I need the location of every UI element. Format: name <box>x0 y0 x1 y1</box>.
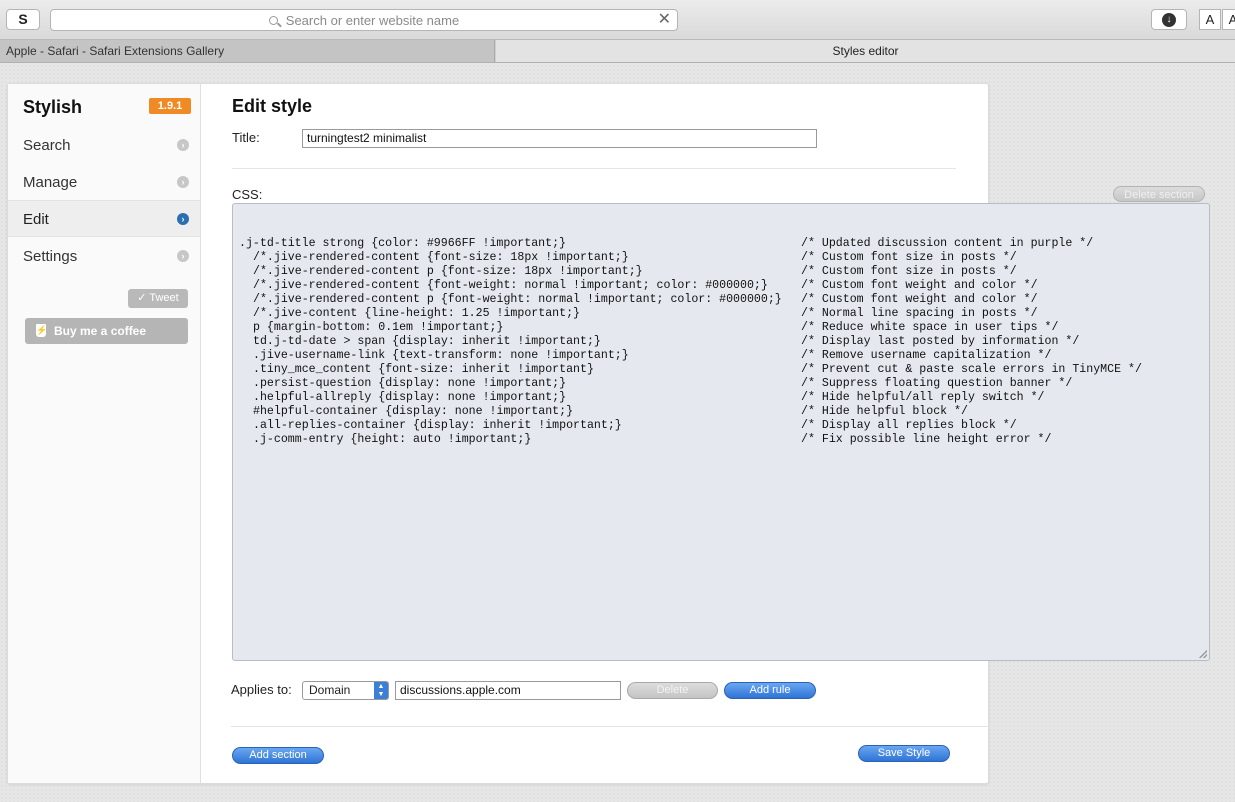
buy-coffee-button[interactable]: ⚡ Buy me a coffee <box>25 318 188 344</box>
code-line: /*.jive-content {line-height: 1.25 !impo… <box>239 307 1203 321</box>
applies-to-label: Applies to: <box>231 682 292 697</box>
sidebar-item-edit[interactable]: Edit › <box>8 200 200 237</box>
css-rule-text: /*.jive-rendered-content p {font-weight:… <box>253 293 782 306</box>
css-comment-text: /* Fix possible line height error */ <box>801 433 1052 446</box>
css-rule-text: /*.jive-rendered-content {font-size: 18p… <box>253 251 629 264</box>
tweet-button[interactable]: ✓ Tweet <box>128 289 188 308</box>
address-placeholder: Search or enter website name <box>285 12 460 28</box>
code-line: /*.jive-rendered-content p {font-weight:… <box>239 293 1203 307</box>
css-comment-text: /* Custom font weight and color */ <box>801 293 1038 306</box>
css-rule-text: .jive-username-link {text-transform: non… <box>253 349 629 362</box>
code-line: .helpful-allreply {display: none !import… <box>239 391 1203 405</box>
sidebar-item-label: Settings <box>23 248 78 265</box>
css-comment-text: /* Custom font size in posts */ <box>801 265 1017 278</box>
page-title: Edit style <box>232 96 313 116</box>
buy-coffee-label: Buy me a coffee <box>54 324 147 338</box>
css-comment-text: /* Custom font size in posts */ <box>801 251 1017 264</box>
code-line: .tiny_mce_content {font-size: inherit !i… <box>239 363 1203 377</box>
css-rule-text: .persist-question {display: none !import… <box>253 377 567 390</box>
css-code-editor[interactable]: .j-td-title strong {color: #9966FF !impo… <box>232 203 1210 661</box>
chevron-right-icon: › <box>177 176 189 188</box>
css-comment-text: /* Remove username capitalization */ <box>801 349 1052 362</box>
chevron-right-icon: › <box>177 250 189 262</box>
address-bar[interactable]: Search or enter website name ✕ <box>50 9 678 31</box>
clear-icon[interactable]: ✕ <box>658 12 671 28</box>
sidebar-item-settings[interactable]: Settings › <box>8 237 200 274</box>
code-line: .j-td-title strong {color: #9966FF !impo… <box>239 237 1203 251</box>
code-line: /*.jive-rendered-content {font-size: 18p… <box>239 251 1203 265</box>
resize-handle[interactable] <box>1199 650 1207 658</box>
coffee-cup-icon: ⚡ <box>36 324 48 337</box>
tab-extensions-gallery[interactable]: Apple - Safari - Safari Extensions Galle… <box>0 40 495 62</box>
css-comment-text: /* Hide helpful block */ <box>801 405 968 418</box>
css-comment-text: /* Reduce white space in user tips */ <box>801 321 1059 334</box>
css-comment-text: /* Suppress floating question banner */ <box>801 377 1073 390</box>
css-rule-text: td.j-td-date > span {display: inherit !i… <box>253 335 601 348</box>
css-rule-text: /*.jive-content {line-height: 1.25 !impo… <box>253 307 580 320</box>
applies-type-value: Domain <box>309 683 351 697</box>
code-line: /*.jive-rendered-content {font-weight: n… <box>239 279 1203 293</box>
css-comment-text: /* Prevent cut & paste scale errors in T… <box>801 363 1142 376</box>
stylish-extension-button[interactable]: S <box>6 9 40 30</box>
sidebar-item-manage[interactable]: Manage › <box>8 163 200 200</box>
code-line: #helpful-container {display: none !impor… <box>239 405 1203 419</box>
css-comment-text: /* Custom font weight and color */ <box>801 279 1038 292</box>
css-comment-text: /* Normal line spacing in posts */ <box>801 307 1038 320</box>
css-rule-text: .helpful-allreply {display: none !import… <box>253 391 567 404</box>
css-comment-text: /* Hide helpful/all reply switch */ <box>801 391 1045 404</box>
css-rule-text: .tiny_mce_content {font-size: inherit !i… <box>253 363 594 376</box>
sidebar-item-label: Edit <box>23 211 49 228</box>
delete-rule-button[interactable]: Delete <box>627 682 718 699</box>
add-section-button[interactable]: Add section <box>232 747 324 764</box>
search-icon <box>268 15 278 25</box>
chevron-right-icon: › <box>177 213 189 225</box>
version-badge: 1.9.1 <box>149 98 191 114</box>
sidebar: Stylish 1.9.1 Search › Manage › Edit › S… <box>8 84 201 783</box>
css-comment-text: /* Display all replies block */ <box>801 419 1017 432</box>
font-larger-button[interactable]: A <box>1222 9 1235 30</box>
downloads-button[interactable]: ↓ <box>1151 9 1187 30</box>
code-line: .all-replies-container {display: inherit… <box>239 419 1203 433</box>
tab-bar: Apple - Safari - Safari Extensions Galle… <box>0 40 1235 63</box>
code-line: td.j-td-date > span {display: inherit !i… <box>239 335 1203 349</box>
code-line: p {margin-bottom: 0.1em !important;} /* R… <box>239 321 1203 335</box>
css-rule-text: /*.jive-rendered-content p {font-size: 1… <box>253 265 643 278</box>
sidebar-item-label: Search <box>23 137 71 154</box>
delete-section-button[interactable]: Delete section <box>1113 186 1205 202</box>
download-icon: ↓ <box>1162 12 1176 27</box>
sidebar-item-search[interactable]: Search › <box>8 126 200 163</box>
css-rule-text: /*.jive-rendered-content {font-weight: n… <box>253 279 768 292</box>
font-smaller-button[interactable]: A <box>1199 9 1221 30</box>
css-rule-text: .all-replies-container {display: inherit… <box>253 419 622 432</box>
css-comment-text: /* Updated discussion content in purple … <box>801 237 1094 250</box>
tab-styles-editor[interactable]: Styles editor <box>496 40 1235 62</box>
style-title-input[interactable]: turningtest2 minimalist <box>302 129 817 148</box>
applies-value-input[interactable]: discussions.apple.com <box>395 681 621 700</box>
css-rule-text: .j-comm-entry {height: auto !important;} <box>253 433 532 446</box>
divider <box>232 168 956 169</box>
browser-toolbar: S Search or enter website name ✕ ↓ A A <box>0 0 1235 40</box>
select-arrows-icon: ▲ ▼ <box>374 682 388 699</box>
twitter-bird-icon: ✓ <box>137 292 147 304</box>
chevron-right-icon: › <box>177 139 189 151</box>
css-rule-text: #helpful-container {display: none !impor… <box>253 405 574 418</box>
save-style-button[interactable]: Save Style <box>858 745 950 762</box>
code-line: .jive-username-link {text-transform: non… <box>239 349 1203 363</box>
css-comment-text: /* Display last posted by information */ <box>801 335 1080 348</box>
code-line: /*.jive-rendered-content p {font-size: 1… <box>239 265 1203 279</box>
applies-type-select[interactable]: Domain ▲ ▼ <box>302 681 389 700</box>
title-label: Title: <box>232 130 260 145</box>
sidebar-item-label: Manage <box>23 174 78 191</box>
css-rule-text: p {margin-bottom: 0.1em !important;} <box>253 321 504 334</box>
code-line: .j-comm-entry {height: auto !important;}… <box>239 433 1203 447</box>
code-line: .persist-question {display: none !import… <box>239 377 1203 391</box>
css-rule-text: .j-td-title strong {color: #9966FF !impo… <box>239 237 566 250</box>
app-brand: Stylish <box>23 97 83 117</box>
tweet-label: Tweet <box>149 292 179 304</box>
divider <box>231 726 1210 727</box>
css-label: CSS: <box>232 187 263 202</box>
add-rule-button[interactable]: Add rule <box>724 682 816 699</box>
